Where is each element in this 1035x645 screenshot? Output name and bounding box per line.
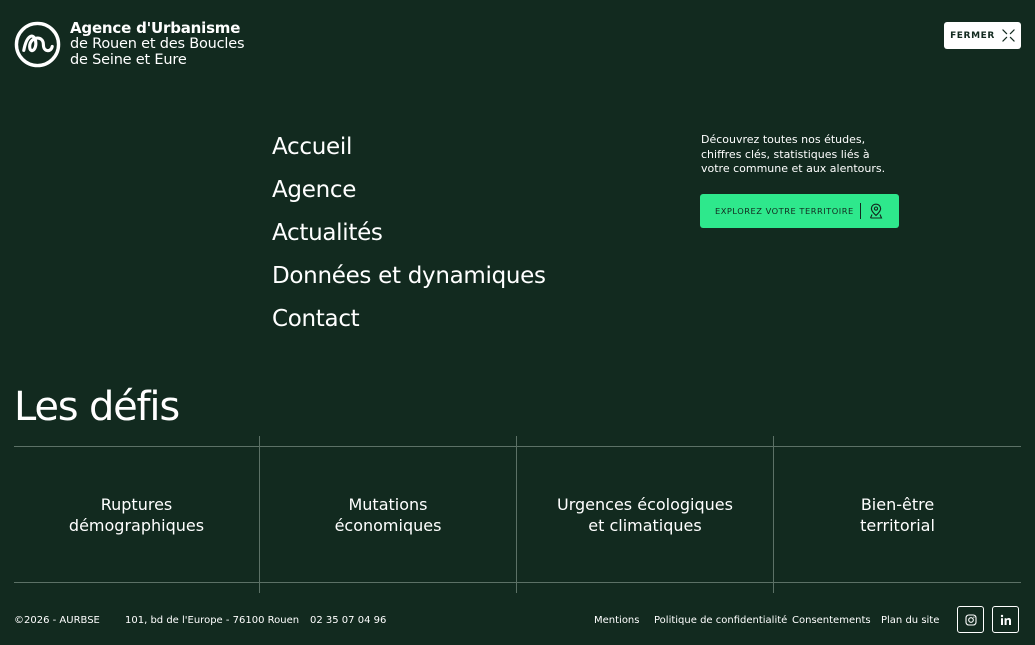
phone-link[interactable]: 02 35 07 04 96 bbox=[310, 615, 386, 626]
challenge-card-title-line-2: économiques bbox=[334, 515, 442, 535]
explore-territory-label: EXPLOREZ VOTRE TERRITOIRE bbox=[715, 206, 854, 216]
logo-subtitle-line-2: de Seine et Eure bbox=[70, 52, 187, 68]
logo-subtitle-line-1: de Rouen et des Boucles bbox=[70, 36, 245, 52]
main-navigation: Accueil Agence Actualités Données et dyn… bbox=[272, 128, 546, 343]
challenge-card-title-line-2: territorial bbox=[860, 515, 935, 535]
linkedin-button[interactable] bbox=[992, 606, 1019, 633]
footer-link-mentions[interactable]: Mentions bbox=[594, 615, 639, 626]
divider bbox=[14, 582, 1021, 583]
challenge-card-ruptures-demographiques[interactable]: Ruptures démographiques bbox=[14, 447, 259, 582]
button-divider bbox=[860, 203, 861, 219]
logo-title: Agence d'Urbanisme bbox=[70, 19, 241, 37]
challenges-title: Les défis bbox=[14, 384, 180, 430]
challenge-card-title-line-2: et climatiques bbox=[588, 515, 702, 535]
challenge-card-bien-etre-territorial[interactable]: Bien-être territorial bbox=[774, 447, 1021, 582]
footer-link-politique-confidentialite[interactable]: Politique de confidentialité bbox=[654, 615, 787, 626]
instagram-button[interactable] bbox=[957, 606, 984, 633]
explore-description: Découvrez toutes nos études, chiffres cl… bbox=[701, 133, 886, 175]
nav-item-accueil[interactable]: Accueil bbox=[272, 128, 546, 171]
challenge-card-title-line-1: Ruptures bbox=[100, 494, 173, 514]
challenge-card-title-line-1: Bien-être bbox=[860, 494, 935, 514]
close-menu-button[interactable]: FERMER bbox=[944, 22, 1021, 49]
nav-item-contact[interactable]: Contact bbox=[272, 300, 546, 343]
nav-item-agence[interactable]: Agence bbox=[272, 171, 546, 214]
challenge-card-urgences-ecologiques[interactable]: Urgences écologiques et climatiques bbox=[517, 447, 773, 582]
explore-territory-button[interactable]: EXPLOREZ VOTRE TERRITOIRE bbox=[700, 194, 899, 228]
nav-item-donnees-et-dynamiques[interactable]: Données et dynamiques bbox=[272, 257, 546, 300]
footer-link-plan-du-site[interactable]: Plan du site bbox=[881, 615, 939, 626]
footer: ©2026 - AURBSE 101, bd de l'Europe - 761… bbox=[0, 606, 1035, 636]
close-menu-label: FERMER bbox=[950, 30, 995, 41]
challenge-card-title-line-2: démographiques bbox=[68, 515, 205, 535]
nav-item-actualites[interactable]: Actualités bbox=[272, 214, 546, 257]
challenge-card-title-line-1: Urgences écologiques bbox=[557, 494, 733, 514]
address-text: 101, bd de l'Europe - 76100 Rouen bbox=[125, 615, 300, 626]
map-pin-icon bbox=[869, 203, 883, 219]
footer-link-consentements[interactable]: Consentements bbox=[792, 615, 871, 626]
logo-icon bbox=[14, 21, 61, 67]
linkedin-icon bbox=[1000, 614, 1011, 625]
instagram-icon bbox=[964, 613, 977, 626]
close-icon bbox=[1002, 29, 1015, 42]
challenges-grid: Ruptures démographiques Mutations économiq… bbox=[14, 436, 1021, 593]
logo[interactable]: Agence d'Urbanisme de Rouen et des Boucl… bbox=[14, 19, 245, 68]
challenge-card-mutations-economiques[interactable]: Mutations économiques bbox=[260, 447, 516, 582]
challenge-card-title-line-1: Mutations bbox=[348, 494, 428, 514]
copyright-text: ©2026 - AURBSE bbox=[14, 615, 100, 626]
